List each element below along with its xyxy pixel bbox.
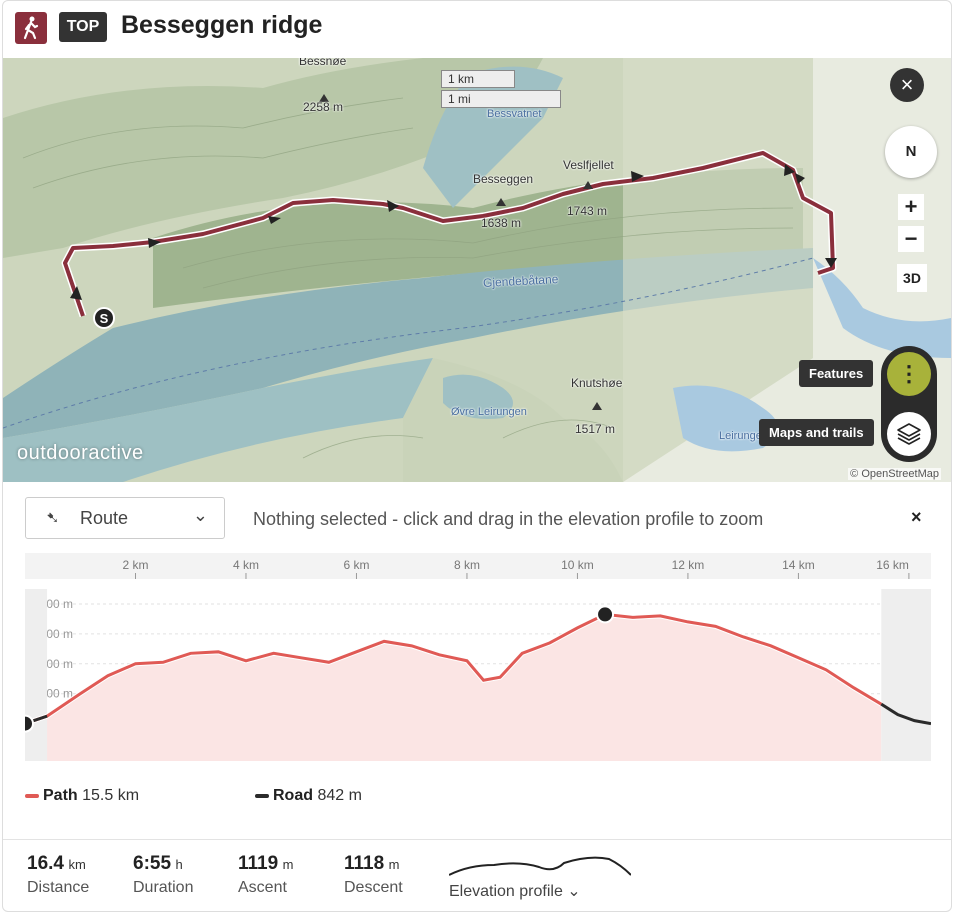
route-icon: ➷ xyxy=(46,510,60,527)
path-area-fill xyxy=(25,614,882,761)
divider xyxy=(3,839,951,840)
stat-ascent: 1119 m Ascent xyxy=(238,853,293,897)
x-tick-label: 4 km xyxy=(233,558,259,572)
layers-icon xyxy=(897,423,921,445)
water-label: Bessvatnet xyxy=(487,108,542,120)
scale-km: 1 km xyxy=(441,70,515,88)
legend-road: Road 842 m xyxy=(255,787,362,805)
stat-value: 16.4 xyxy=(27,853,64,874)
peak-label-besseggen: Besseggen xyxy=(473,172,534,186)
x-tick-label: 14 km xyxy=(782,558,815,572)
peak-elevation-knutshoe: 1517 m xyxy=(575,422,616,436)
stat-unit: h xyxy=(175,857,183,872)
x-tick-label: 6 km xyxy=(343,558,369,572)
map-layers-button[interactable] xyxy=(887,412,931,456)
road-area-fill xyxy=(881,589,931,761)
close-map-button[interactable]: × xyxy=(890,68,924,102)
more-vertical-icon: ⋮ xyxy=(898,361,920,386)
map-view[interactable]: S Bessnøe 2258 m Besseggen 1638 m Veslfj… xyxy=(3,58,951,482)
road-start-fill xyxy=(25,589,48,761)
compass-north-icon: N xyxy=(905,143,917,160)
peak-elevation-besseggen: 1638 m xyxy=(481,216,522,230)
stat-label: Duration xyxy=(133,879,194,896)
water-label: Øvre Leirungen xyxy=(451,406,527,418)
3d-toggle-button[interactable]: 3D xyxy=(897,264,927,292)
zoom-out-button[interactable]: − xyxy=(898,226,924,252)
x-tick-label: 2 km xyxy=(122,558,148,572)
stat-unit: m xyxy=(388,857,400,872)
header: TOP Besseggen ridge xyxy=(3,1,951,57)
legend-path: Path 15.5 km xyxy=(25,787,139,805)
peak-elevation-bessnoe: 2258 m xyxy=(303,100,344,114)
peak-label-knutshoe: Knutshøe xyxy=(571,376,623,390)
peak-label-veslfjellet: Veslfjellet xyxy=(563,158,614,172)
peak-label-bessnoe: Bessnøe xyxy=(299,58,347,68)
chevron-down-icon: ⌄ xyxy=(192,505,208,525)
stat-value: 1118 xyxy=(344,853,385,874)
scale-mi: 1 mi xyxy=(441,90,561,108)
start-marker[interactable]: S xyxy=(100,311,109,326)
legend-road-value: 842 m xyxy=(317,787,362,804)
top-badge: TOP xyxy=(59,12,107,42)
x-tick-label: 16 km xyxy=(876,558,909,572)
stat-value: 6:55 xyxy=(133,853,172,874)
path-swatch xyxy=(25,793,39,798)
x-tick-label: 8 km xyxy=(454,558,480,572)
tour-card: TOP Besseggen ridge S Bessnøe 2258 m Bes… xyxy=(2,0,952,912)
x-tick-label: 12 km xyxy=(672,558,705,572)
water-label: Leirunge xyxy=(719,430,762,442)
zoom-in-button[interactable]: + xyxy=(898,194,924,220)
route-dropdown[interactable]: ➷ Route ⌄ xyxy=(25,497,225,539)
stat-value: 1119 xyxy=(238,853,279,874)
stat-unit: m xyxy=(282,857,294,872)
legend-road-label: Road xyxy=(273,787,313,804)
stat-label: Distance xyxy=(27,879,90,896)
route-dropdown-label: Route xyxy=(80,508,129,528)
map-attribution[interactable]: © OpenStreetMap xyxy=(848,468,941,480)
page-title: Besseggen ridge xyxy=(121,11,323,39)
compass-button[interactable]: N xyxy=(885,126,937,178)
stat-duration: 6:55 h Duration xyxy=(133,853,193,897)
low-point-marker xyxy=(25,714,34,733)
elevation-profile-toggle[interactable]: Elevation profile ⌄ xyxy=(449,881,581,901)
stat-descent: 1118 m Descent xyxy=(344,853,403,897)
hiking-icon xyxy=(15,12,47,44)
stat-label: Ascent xyxy=(238,879,287,896)
road-swatch xyxy=(255,793,269,798)
mini-elevation-thumbnail[interactable] xyxy=(449,853,631,879)
stat-unit: km xyxy=(68,857,86,872)
legend-path-value: 15.5 km xyxy=(82,787,140,804)
stat-label: Descent xyxy=(344,879,403,896)
x-tick-label: 10 km xyxy=(561,558,594,572)
features-button[interactable]: ⋮ xyxy=(887,352,931,396)
elevation-profile-chart[interactable]: 2 km 4 km 6 km 8 km 10 km 12 km 14 km 16 km1800… xyxy=(25,553,931,765)
profile-hint: Nothing selected - click and drag in the… xyxy=(253,509,764,529)
legend-path-label: Path xyxy=(43,787,78,804)
close-profile-button[interactable]: × xyxy=(911,507,922,528)
peak-elevation-veslfjellet: 1743 m xyxy=(567,204,608,218)
maps-tooltip: Maps and trails xyxy=(759,419,874,446)
high-point-marker xyxy=(596,605,615,624)
stat-distance: 16.4 km Distance xyxy=(27,853,89,897)
features-tooltip: Features xyxy=(799,360,874,387)
outdooractive-logo: outdooractive xyxy=(17,442,144,464)
